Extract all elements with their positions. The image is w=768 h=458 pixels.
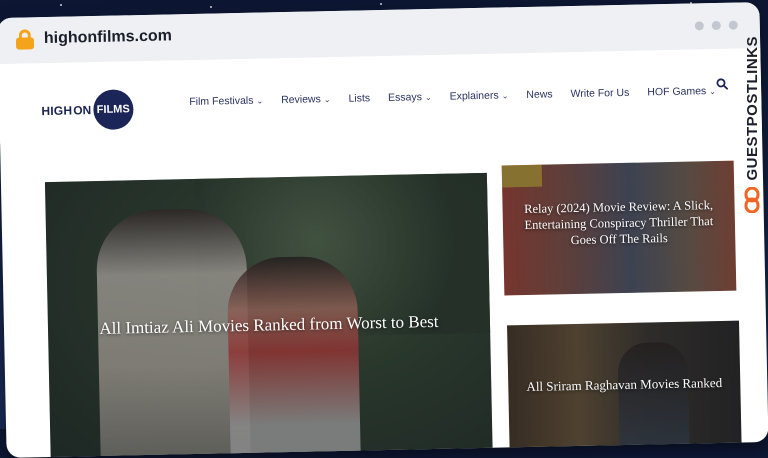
url-text[interactable]: highonfilms.com (44, 27, 172, 48)
chevron-down-icon: ⌄ (256, 95, 264, 106)
browser-window: highonfilms.com HIGH ON FILMS Film Festi… (0, 2, 768, 458)
article-card-title[interactable]: Relay (2024) Movie Review: A Slick, Ente… (512, 197, 725, 249)
badge-text: GUESTPOSTLINKS (743, 36, 761, 181)
chevron-down-icon: ⌄ (424, 92, 432, 102)
logo-circle: FILMS (92, 89, 134, 131)
window-dot[interactable] (711, 20, 721, 31)
window-dot[interactable] (694, 21, 704, 31)
featured-article[interactable]: All Imtiaz Ali Movies Ranked from Worst … (44, 172, 493, 458)
article-card[interactable]: Relay (2024) Movie Review: A Slick, Ente… (501, 160, 737, 296)
nav-item-explainers[interactable]: Explainers ⌄ (449, 89, 509, 103)
search-icon[interactable] (716, 78, 729, 90)
logo-text-films: FILMS (96, 103, 130, 116)
chevron-down-icon: ⌄ (709, 86, 717, 96)
site-logo[interactable]: HIGH ON FILMS (41, 89, 134, 131)
nav-item-lists[interactable]: Lists (348, 92, 370, 104)
star (210, 6, 212, 8)
star (380, 3, 382, 5)
nav-item-news[interactable]: News (526, 88, 553, 101)
nav-item-film-festivals[interactable]: Film Festivals ⌄ (189, 94, 263, 108)
nav-label: Reviews (281, 93, 321, 107)
nav-label: Film Festivals (189, 94, 254, 109)
nav-item-write-for-us[interactable]: Write For Us (570, 87, 629, 100)
nav-label: Write For Us (570, 86, 630, 101)
nav-item-essays[interactable]: Essays ⌄ (388, 91, 432, 104)
lock-icon (15, 29, 35, 50)
nav-label: HOF Games (647, 85, 707, 99)
nav-item-hof-games[interactable]: HOF Games ⌄ (647, 85, 716, 98)
article-card[interactable]: All Sriram Raghavan Movies Ranked (507, 320, 742, 456)
link-icon (744, 186, 760, 213)
star (60, 4, 62, 6)
nav-label: Essays (387, 91, 423, 104)
main-nav: Film Festivals ⌄ Reviews ⌄ Lists Essays ⌄ E… (189, 85, 734, 108)
nav-label: News (526, 88, 553, 101)
chevron-down-icon: ⌄ (323, 94, 331, 104)
address-bar[interactable]: highonfilms.com (15, 26, 172, 50)
logo-text-on: ON (73, 103, 92, 118)
nav-label: Explainers (449, 89, 499, 103)
window-dot[interactable] (728, 20, 738, 30)
window-controls (694, 20, 738, 31)
nav-label: Lists (348, 92, 371, 105)
nav-item-reviews[interactable]: Reviews ⌄ (281, 93, 331, 106)
site-header: HIGH ON FILMS Film Festivals ⌄ Reviews ⌄ L… (0, 48, 762, 144)
chevron-down-icon: ⌄ (501, 90, 509, 100)
guestpostlinks-badge: GUESTPOSTLINKS (736, 36, 768, 256)
logo-text-high: HIGH (41, 103, 73, 119)
